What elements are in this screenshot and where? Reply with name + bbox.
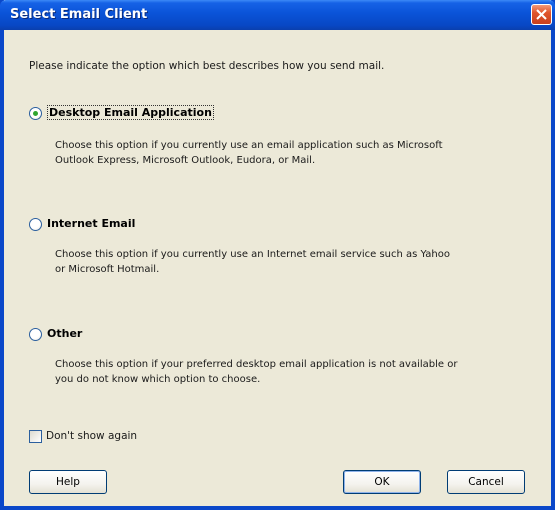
dialog-content: Please indicate the option which best de… (4, 30, 551, 506)
option-description-desktop-email-application: Choose this option if you currently use … (55, 140, 443, 166)
radio-selected-dot (33, 111, 38, 116)
ok-button[interactable]: OK (343, 470, 421, 494)
radio-desktop-email-application[interactable] (29, 107, 42, 120)
dont-show-again-label: Don't show again (46, 430, 138, 442)
help-button[interactable]: Help (29, 470, 107, 494)
radio-other[interactable] (29, 328, 42, 341)
select-email-client-dialog: Select Email Client Please indicate the … (0, 0, 555, 510)
cancel-button[interactable]: Cancel (447, 470, 525, 494)
title-bar[interactable]: Select Email Client (0, 0, 555, 30)
instruction-text: Please indicate the option which best de… (29, 60, 385, 72)
close-button[interactable] (531, 4, 552, 25)
dont-show-again-checkbox[interactable] (29, 430, 42, 443)
option-description-internet-email: Choose this option if you currently use … (55, 249, 450, 275)
window-title: Select Email Client (10, 7, 148, 22)
option-label-internet-email: Internet Email (47, 217, 136, 230)
close-icon (536, 9, 547, 20)
option-label-other: Other (47, 327, 83, 340)
radio-internet-email[interactable] (29, 218, 42, 231)
option-description-other: Choose this option if your preferred des… (55, 359, 458, 385)
option-label-desktop-email-application: Desktop Email Application (47, 105, 214, 120)
